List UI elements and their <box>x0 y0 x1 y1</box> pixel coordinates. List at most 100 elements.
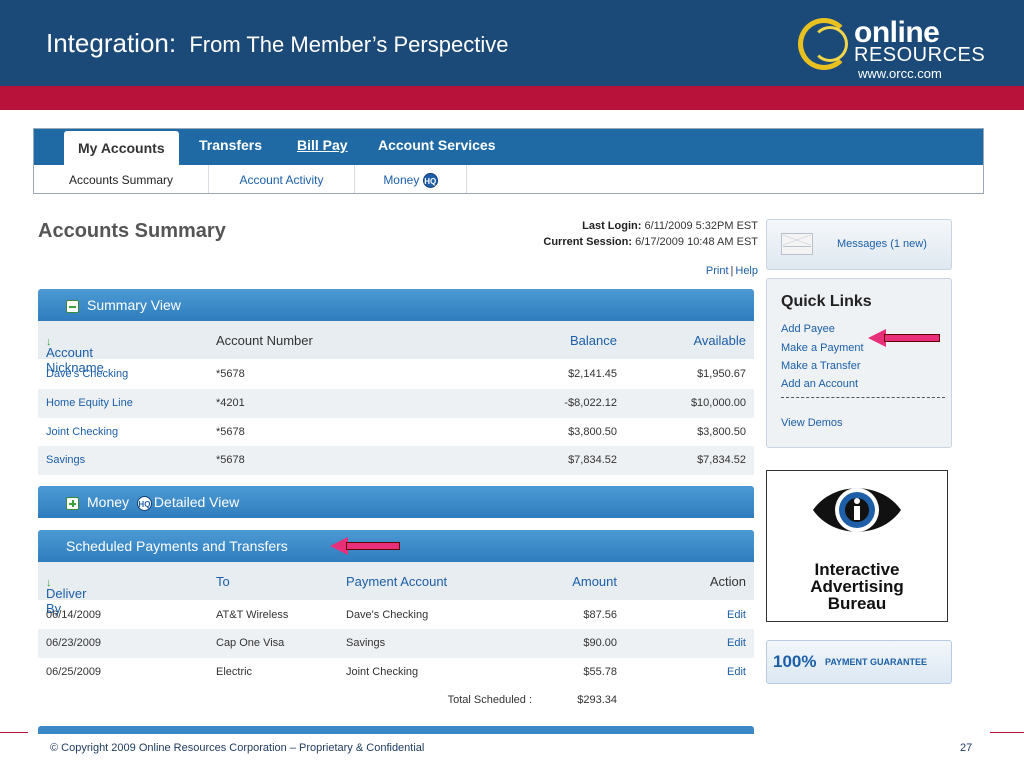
col-balance[interactable]: Balance <box>570 333 617 348</box>
next-panel-header <box>38 726 754 734</box>
iab-eye-icon <box>813 488 901 532</box>
expand-toggle-icon[interactable] <box>66 496 79 510</box>
payee: AT&T Wireless <box>216 609 289 621</box>
summary-view-title: Summary View <box>87 297 181 313</box>
payee: Electric <box>216 666 253 678</box>
quick-link-make-payment[interactable]: Make a Payment <box>781 342 864 354</box>
logo-inner-ring-icon <box>812 26 848 62</box>
account-balance: $7,834.52 <box>568 454 617 466</box>
account-available: $1,950.67 <box>697 368 746 380</box>
col-amount[interactable]: Amount <box>572 574 617 589</box>
col-deliver-by[interactable]: Deliver By ↓ <box>46 574 86 616</box>
col-available[interactable]: Available <box>693 333 746 348</box>
iab-line-3: Bureau <box>827 594 887 613</box>
messages-box[interactable]: Messages (1 new) <box>766 219 952 270</box>
payment-account: Dave's Checking <box>346 609 429 621</box>
subnav-account-activity[interactable]: Account Activity <box>209 165 355 193</box>
payment-account: Savings <box>346 637 386 649</box>
edit-link[interactable]: Edit <box>727 666 746 678</box>
slide-title: Integration: From The Member’s Perspecti… <box>46 28 508 59</box>
view-demos-link[interactable]: View Demos <box>781 417 843 429</box>
print-link[interactable]: Print <box>706 265 729 277</box>
account-number: *5678 <box>216 368 245 380</box>
payment-amount: $90.00 <box>583 637 617 649</box>
money-view-label: Money <box>87 494 130 510</box>
table-row: Savings *5678 $7,834.52 $7,834.52 <box>38 446 754 475</box>
account-balance: -$8,022.12 <box>564 397 617 409</box>
print-help-links: Print | Help <box>706 265 758 277</box>
divider <box>781 397 945 398</box>
account-nickname-link[interactable]: Joint Checking <box>46 426 118 438</box>
tab-transfers[interactable]: Transfers <box>199 137 262 153</box>
scheduled-payments-title: Scheduled Payments and Transfers <box>66 538 288 554</box>
header-accent-band <box>0 86 1024 110</box>
last-login-value: 6/11/2009 5:32PM EST <box>644 220 758 232</box>
guarantee-percent: 100% <box>773 652 817 671</box>
guarantee-label: PAYMENT GUARANTEE <box>825 657 928 667</box>
page-title: Accounts Summary <box>38 220 226 242</box>
table-row: Joint Checking *5678 $3,800.50 $3,800.50 <box>38 418 754 447</box>
help-link[interactable]: Help <box>735 265 758 277</box>
quick-link-add-payee[interactable]: Add Payee <box>781 323 835 335</box>
account-available: $3,800.50 <box>697 426 746 438</box>
envelope-icon <box>781 233 813 255</box>
arrow-shaft <box>884 334 940 342</box>
main-nav-bar: My Accounts Transfers Bill Pay Account S… <box>34 129 983 165</box>
slide-header: Integration: From The Member’s Perspecti… <box>0 0 1024 86</box>
table-row: 06/14/2009 AT&T Wireless Dave's Checking… <box>38 601 754 630</box>
payment-account: Joint Checking <box>346 666 419 678</box>
col-account-number: Account Number <box>216 333 313 348</box>
subnav-accounts-summary[interactable]: Accounts Summary <box>34 165 209 193</box>
account-number: *5678 <box>216 454 245 466</box>
tab-my-accounts[interactable]: My Accounts <box>64 131 179 165</box>
link-separator: | <box>730 265 734 277</box>
iab-line-2: Advertising <box>810 577 904 596</box>
quick-link-make-transfer[interactable]: Make a Transfer <box>781 360 860 372</box>
slide-title-main: Integration: <box>46 28 177 58</box>
messages-link[interactable]: Messages (1 new) <box>837 238 927 250</box>
summary-view-header[interactable]: Summary View <box>38 289 754 321</box>
account-number: *5678 <box>216 426 245 438</box>
table-row: 06/23/2009 Cap One Visa Savings $90.00 E… <box>38 629 754 658</box>
account-nickname-link[interactable]: Home Equity Line <box>46 397 133 409</box>
col-to[interactable]: To <box>216 574 230 589</box>
table-row: Dave's Checking *5678 $2,141.45 $1,950.6… <box>38 360 754 389</box>
iab-logo: Interactive Advertising Bureau <box>766 470 948 622</box>
table-row: 06/25/2009 Electric Joint Checking $55.7… <box>38 658 754 687</box>
quick-links-title: Quick Links <box>781 293 872 310</box>
deliver-date: 06/25/2009 <box>46 666 102 678</box>
footer-rule-right <box>990 732 1024 733</box>
account-nickname-link[interactable]: Dave's Checking <box>46 368 128 380</box>
account-balance: $3,800.50 <box>568 426 617 438</box>
edit-link[interactable]: Edit <box>727 609 746 621</box>
account-balance: $2,141.45 <box>568 368 617 380</box>
col-payment-account[interactable]: Payment Account <box>346 574 447 589</box>
copyright-text: © Copyright 2009 Online Resources Corpor… <box>50 742 425 754</box>
total-scheduled-label: Total Scheduled : <box>447 694 532 706</box>
hq-badge-icon: HQ <box>136 495 152 511</box>
tab-account-services[interactable]: Account Services <box>378 137 496 153</box>
deliver-date: 06/23/2009 <box>46 637 102 649</box>
iab-line-1: Interactive <box>814 560 900 579</box>
edit-link[interactable]: Edit <box>727 637 746 649</box>
col-account-nickname[interactable]: Account Nickname ↓ <box>46 333 104 375</box>
quick-link-add-account[interactable]: Add an Account <box>781 378 858 390</box>
tab-bill-pay[interactable]: Bill Pay <box>297 137 348 153</box>
deliver-date: 06/14/2009 <box>46 609 102 621</box>
slide-subtitle: From The Member’s Perspective <box>189 32 509 57</box>
collapse-toggle-icon[interactable] <box>66 299 79 313</box>
payment-guarantee-badge[interactable]: 100% PAYMENT GUARANTEE <box>766 640 952 684</box>
total-row: Total Scheduled : $293.34 <box>38 686 754 715</box>
subnav-money[interactable]: Money HQ <box>355 165 467 193</box>
account-number: *4201 <box>216 397 245 409</box>
table-row: Home Equity Line *4201 -$8,022.12 $10,00… <box>38 389 754 418</box>
col-action: Action <box>709 574 746 589</box>
account-nickname-link[interactable]: Savings <box>46 454 85 466</box>
banking-app-nav: My Accounts Transfers Bill Pay Account S… <box>33 128 984 194</box>
logo-url: www.orcc.com <box>858 66 942 81</box>
logo-text-resources: RESOURCES <box>854 44 986 66</box>
sub-nav: Accounts Summary Account Activity Money … <box>34 165 983 193</box>
arrow-shaft <box>346 542 400 550</box>
money-detailed-view-header[interactable]: Money HQ Detailed View <box>38 486 754 518</box>
page-number: 27 <box>960 742 973 754</box>
